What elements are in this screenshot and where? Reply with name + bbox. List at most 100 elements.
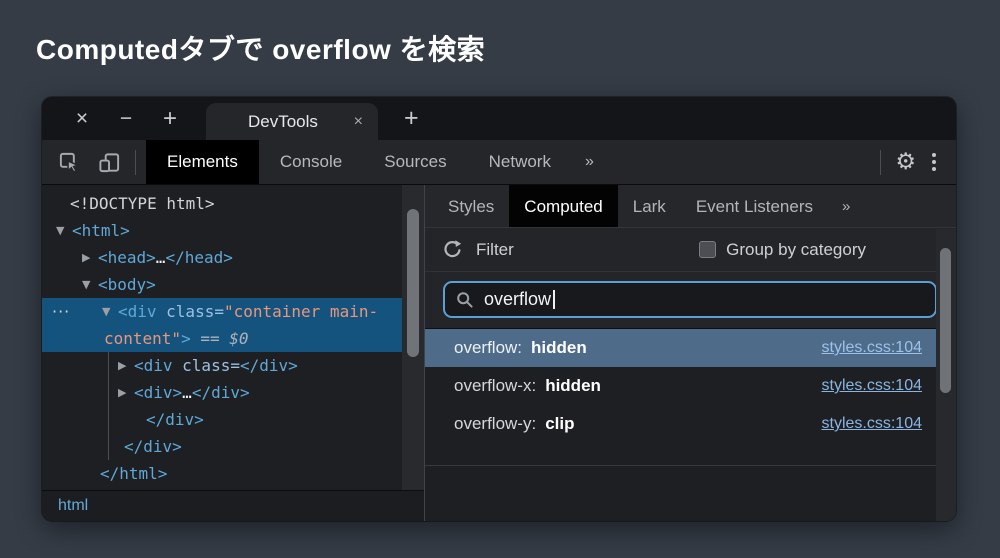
computed-scrollbar-thumb[interactable] bbox=[940, 248, 951, 393]
tab-styles[interactable]: Styles bbox=[433, 185, 509, 227]
tree-row-close-div-outer[interactable]: </div> bbox=[42, 433, 424, 460]
tab-elements[interactable]: Elements bbox=[146, 140, 259, 184]
window-tab-bar: × − + DevTools × + bbox=[42, 97, 956, 140]
computed-row-overflow-y[interactable]: overflow-y: clip styles.css:104 bbox=[425, 405, 936, 443]
property-name: overflow-x: bbox=[454, 376, 537, 395]
window-maximize-button[interactable]: + bbox=[148, 105, 192, 133]
group-by-category-label: Group by category bbox=[726, 239, 866, 259]
property-value: clip bbox=[545, 414, 575, 433]
child-div2-open-tag: <div> bbox=[134, 383, 183, 402]
filter-label: Filter bbox=[476, 239, 514, 259]
tree-row-html-open[interactable]: ▼ <html> bbox=[42, 217, 424, 244]
tab-event-listeners[interactable]: Event Listeners bbox=[681, 185, 828, 227]
toolbar-spacer bbox=[607, 140, 868, 184]
tab-console[interactable]: Console bbox=[259, 140, 363, 184]
panel-tabs: Elements Console Sources Network » bbox=[146, 140, 607, 184]
computed-scrollbar-track[interactable] bbox=[936, 229, 956, 521]
tree-row-body-open[interactable]: ▼ <body> bbox=[42, 271, 424, 298]
close-div-inner-tag: </div> bbox=[146, 410, 204, 429]
elements-scrollbar-track[interactable] bbox=[402, 185, 424, 490]
window-controls: × − + bbox=[42, 105, 192, 133]
more-sidebar-tabs-chevron[interactable]: » bbox=[828, 185, 864, 227]
refresh-icon[interactable] bbox=[442, 239, 463, 260]
elements-scrollbar-thumb[interactable] bbox=[407, 209, 419, 357]
expander-closed-icon[interactable]: ▶ bbox=[118, 379, 134, 406]
toolbar-divider-right bbox=[880, 149, 882, 175]
property-name: overflow: bbox=[454, 338, 523, 357]
dom-tree: <!DOCTYPE html> ▼ <html> ▶ <head>…</head> … bbox=[42, 185, 424, 490]
expander-closed-icon[interactable]: ▶ bbox=[82, 244, 98, 271]
sidebar-tabs: Styles Computed Lark Event Listeners » bbox=[425, 185, 956, 228]
tab-sources[interactable]: Sources bbox=[363, 140, 467, 184]
computed-row-overflow-x[interactable]: overflow-x: hidden styles.css:104 bbox=[425, 367, 936, 405]
group-by-category-checkbox[interactable] bbox=[699, 241, 717, 258]
text-caret bbox=[553, 290, 556, 309]
settings-gear-icon[interactable]: ⚙ bbox=[895, 149, 916, 175]
source-link[interactable]: styles.css:104 bbox=[822, 377, 922, 395]
selected-node-line1: ▼ <div class="container main- bbox=[42, 298, 424, 325]
device-toolbar-icon[interactable] bbox=[98, 151, 121, 174]
tab-network[interactable]: Network bbox=[468, 140, 572, 184]
devtools-toolbar: Elements Console Sources Network » ⚙ bbox=[42, 140, 956, 185]
tab-lark[interactable]: Lark bbox=[618, 185, 681, 227]
source-link[interactable]: styles.css:104 bbox=[822, 339, 922, 357]
breadcrumb-bar: html bbox=[42, 490, 424, 521]
window-close-button[interactable]: × bbox=[60, 107, 104, 131]
tree-row-child-div1[interactable]: ▶ <div class=</div> bbox=[42, 352, 424, 379]
computed-search-input[interactable]: overflow bbox=[443, 281, 937, 318]
styles-sidebar: Styles Computed Lark Event Listeners » F… bbox=[425, 185, 956, 521]
tree-row-close-div-inner[interactable]: </div> bbox=[42, 406, 424, 433]
html-open-tag: <html> bbox=[72, 221, 130, 240]
group-by-category: Group by category bbox=[699, 240, 866, 260]
computed-row-overflow[interactable]: overflow: hidden styles.css:104 bbox=[425, 329, 936, 367]
class-attr-value-cont: content" bbox=[104, 329, 182, 348]
node-more-actions-icon[interactable]: ··· bbox=[52, 298, 70, 325]
tree-row-child-div2[interactable]: ▶ <div>…</div> bbox=[42, 379, 424, 406]
computed-results-list: overflow: hidden styles.css:104 overflow… bbox=[425, 329, 936, 443]
expander-open-icon[interactable]: ▼ bbox=[82, 271, 98, 298]
more-panels-chevron[interactable]: » bbox=[572, 140, 607, 184]
dollar-zero-hint: == $0 bbox=[190, 329, 249, 348]
tab-computed[interactable]: Computed bbox=[509, 185, 618, 227]
child-div-close-tag: </div> bbox=[239, 356, 298, 375]
expander-closed-icon[interactable]: ▶ bbox=[118, 352, 134, 379]
tab-close-icon[interactable]: × bbox=[354, 113, 363, 131]
tree-row-doctype[interactable]: <!DOCTYPE html> bbox=[42, 190, 424, 217]
devtools-browser-tab[interactable]: DevTools × bbox=[206, 103, 378, 140]
tree-row-head[interactable]: ▶ <head>…</head> bbox=[42, 244, 424, 271]
selected-node-line2: content"> == $0 bbox=[42, 325, 424, 352]
child-div-attr: class= bbox=[172, 356, 240, 375]
expander-open-icon[interactable]: ▼ bbox=[56, 217, 72, 244]
elements-panel: <!DOCTYPE html> ▼ <html> ▶ <head>…</head> … bbox=[42, 185, 425, 521]
window-minimize-button[interactable]: − bbox=[104, 107, 148, 131]
child-div-open-tag: <div bbox=[134, 356, 173, 375]
section-divider bbox=[425, 465, 936, 466]
page-title: Computedタブで overflow を検索 bbox=[36, 34, 486, 65]
head-close-tag: </head> bbox=[165, 248, 233, 267]
computed-filter-bar: Filter Group by category bbox=[425, 228, 956, 272]
child-div2-close-tag: </div> bbox=[191, 383, 250, 402]
kebab-menu-icon[interactable] bbox=[922, 147, 946, 177]
computed-search-area: overflow bbox=[425, 272, 956, 329]
tab-title: DevTools bbox=[248, 111, 318, 131]
devtools-main: <!DOCTYPE html> ▼ <html> ▶ <head>…</head> … bbox=[42, 185, 956, 521]
new-tab-button[interactable]: + bbox=[404, 104, 419, 133]
expander-open-icon[interactable]: ▼ bbox=[102, 298, 118, 325]
body-open-tag: <body> bbox=[98, 275, 156, 294]
search-icon bbox=[457, 291, 473, 308]
child-div2-ellipsis: … bbox=[182, 383, 192, 402]
close-div-outer-tag: </div> bbox=[124, 437, 182, 456]
tree-row-html-close[interactable]: </html> bbox=[42, 460, 424, 487]
class-attr-value: "container main- bbox=[223, 302, 379, 321]
breadcrumb-html[interactable]: html bbox=[58, 497, 88, 515]
property-value: hidden bbox=[545, 376, 601, 395]
property-name: overflow-y: bbox=[454, 414, 537, 433]
results-spacer bbox=[425, 443, 956, 465]
indent-guide-line bbox=[108, 352, 109, 460]
devtools-window: × − + DevTools × + Elements Console Sour… bbox=[42, 97, 956, 521]
div-open-bracket: > bbox=[181, 329, 191, 348]
tree-row-selected-container-div[interactable]: ··· ▼ <div class="container main- content… bbox=[42, 298, 424, 352]
inspect-element-icon[interactable] bbox=[58, 151, 81, 174]
property-value: hidden bbox=[531, 338, 587, 357]
source-link[interactable]: styles.css:104 bbox=[822, 415, 922, 433]
